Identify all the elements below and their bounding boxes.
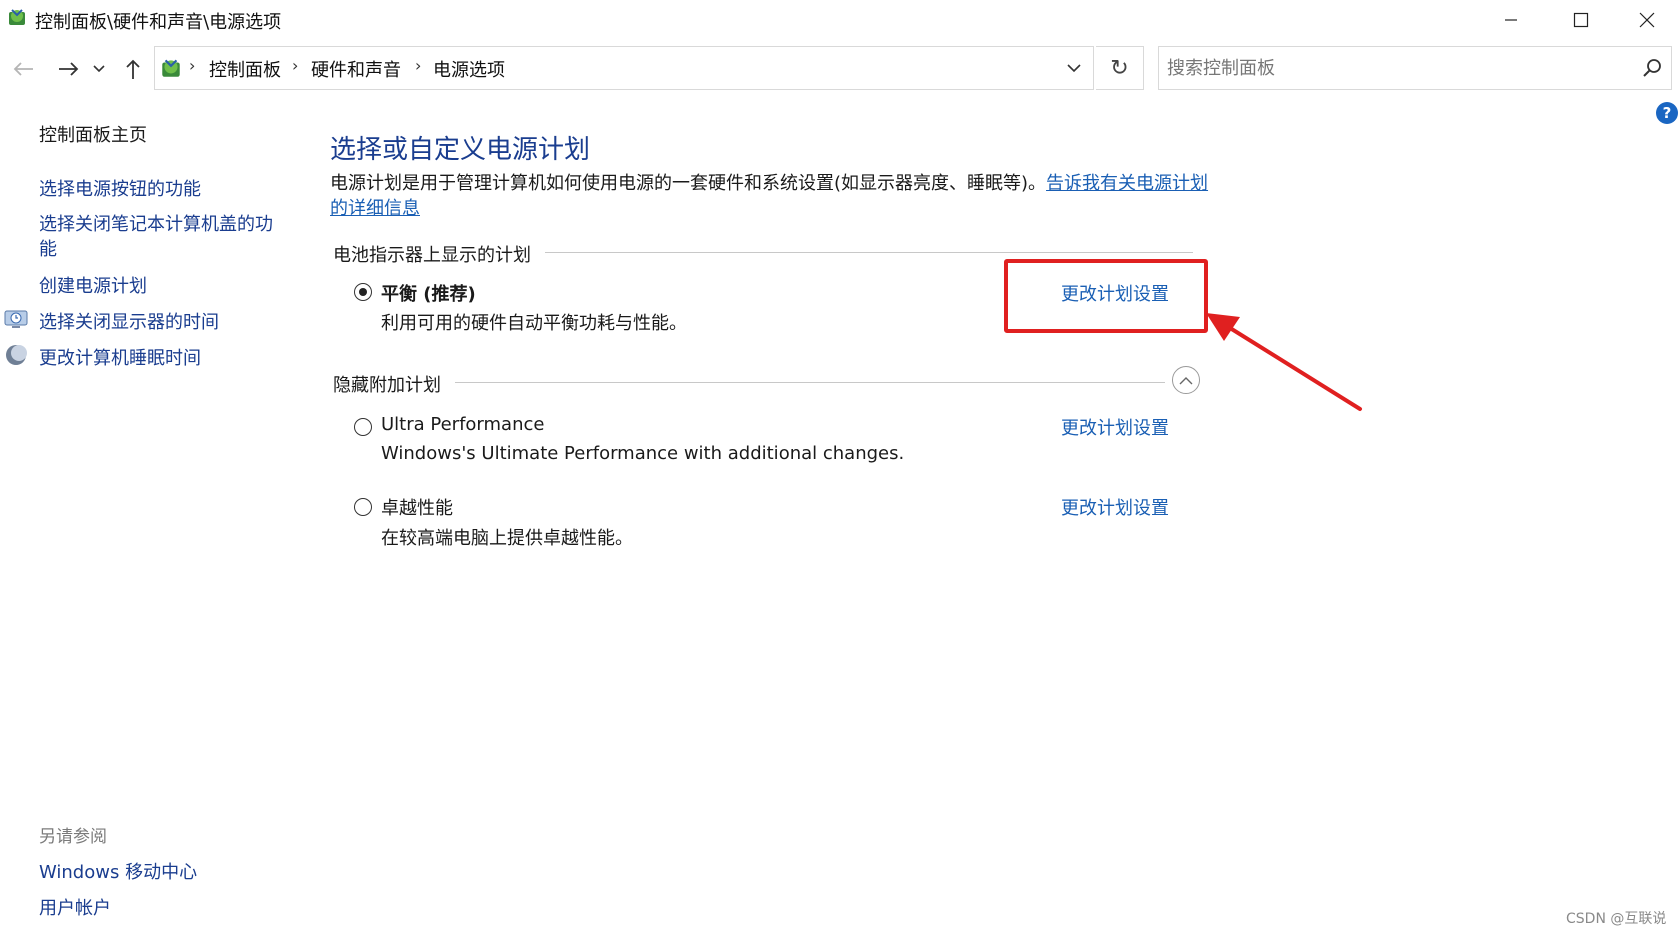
annotation-arrow [1206,313,1362,411]
plan-name-ultimate-performance[interactable]: 卓越性能 [381,494,453,520]
annotation-highlight-box [1004,259,1208,333]
hidden-plans-heading: 隐藏附加计划 [333,375,441,396]
radio-selected-dot [359,288,367,296]
up-button[interactable] [118,54,148,84]
search-icon[interactable] [1641,57,1663,79]
moon-icon [6,345,27,365]
close-icon [1639,12,1655,28]
change-plan-settings-ultimate[interactable]: 更改计划设置 [1061,494,1169,520]
plan-desc-ultra-performance: Windows's Ultimate Performance with addi… [381,443,905,464]
radio-ultra-performance[interactable] [354,418,372,436]
control-panel-icon [162,59,180,77]
back-button[interactable] [8,54,38,84]
refresh-icon: ↻ [1110,55,1129,81]
title-bar: 控制面板\硬件和声音\电源选项 [0,0,1680,40]
close-button[interactable] [1612,0,1680,40]
plan-name-ultra-performance[interactable]: Ultra Performance [381,414,544,435]
sidebar-item-create-plan[interactable]: 创建电源计划 [39,272,147,298]
arrow-left-icon [13,62,33,76]
sidebar-item-user-accounts[interactable]: 用户帐户 [39,894,111,920]
refresh-button[interactable]: ↻ [1096,46,1144,90]
intro-text: 电源计划是用于管理计算机如何使用电源的一套硬件和系统设置(如显示器亮度、睡眠等)… [330,171,1210,221]
minimize-button[interactable] [1476,0,1546,40]
divider [545,252,1193,253]
address-dropdown-button[interactable] [1055,47,1093,89]
breadcrumb-hardware-sound[interactable]: 硬件和声音 [311,56,401,82]
search-box[interactable] [1158,46,1672,90]
sidebar-item-display-off[interactable]: 选择关闭显示器的时间 [39,308,219,334]
plan-desc-balanced: 利用可用的硬件自动平衡功耗与性能。 [381,313,687,334]
monitor-clock-icon [4,310,28,328]
chevron-right-icon: › [189,56,196,75]
chevron-down-icon [93,65,105,73]
sidebar-item-sleep-time[interactable]: 更改计算机睡眠时间 [39,344,201,370]
help-icon[interactable]: ? [1656,102,1678,124]
search-input[interactable] [1167,55,1607,81]
see-also-heading: 另请参阅 [39,827,107,847]
address-bar[interactable]: › 控制面板 › 硬件和声音 › 电源选项 [154,46,1094,90]
forward-button[interactable] [54,54,84,84]
arrow-right-icon [59,62,79,76]
plan-desc-ultimate-performance: 在较高端电脑上提供卓越性能。 [381,528,633,549]
sidebar-item-power-buttons[interactable]: 选择电源按钮的功能 [39,175,201,201]
radio-ultimate-performance[interactable] [354,498,372,516]
chevron-right-icon[interactable]: › [415,56,421,75]
plan-name-balanced[interactable]: 平衡 (推荐) [381,280,476,306]
change-plan-settings-ultra[interactable]: 更改计划设置 [1061,414,1169,440]
divider [455,382,1165,383]
battery-plans-heading: 电池指示器上显示的计划 [333,245,531,266]
watermark: CSDN @互联说 [1566,911,1667,927]
maximize-button[interactable] [1546,0,1616,40]
breadcrumb-power-options[interactable]: 电源选项 [433,56,505,82]
collapse-button[interactable] [1172,366,1200,394]
chevron-up-icon [1179,376,1193,384]
sidebar-item-mobility-center[interactable]: Windows 移动中心 [39,858,197,884]
arrow-up-icon [126,59,140,79]
sidebar-item-lid-close[interactable]: 选择关闭笔记本计算机盖的功能 [39,212,289,262]
radio-balanced[interactable] [354,283,372,301]
page-title: 选择或自定义电源计划 [330,135,591,165]
recent-locations-button[interactable] [88,54,110,84]
window-title: 控制面板\硬件和声音\电源选项 [35,12,282,33]
minimize-icon [1505,19,1517,21]
chevron-down-icon [1067,63,1081,72]
breadcrumb-control-panel[interactable]: 控制面板 [209,56,281,82]
sidebar-item-home[interactable]: 控制面板主页 [39,121,147,147]
chevron-right-icon[interactable]: › [292,56,298,75]
control-panel-icon [9,9,25,25]
intro-description: 电源计划是用于管理计算机如何使用电源的一套硬件和系统设置(如显示器亮度、睡眠等)… [330,173,1047,194]
maximize-icon [1573,12,1589,28]
